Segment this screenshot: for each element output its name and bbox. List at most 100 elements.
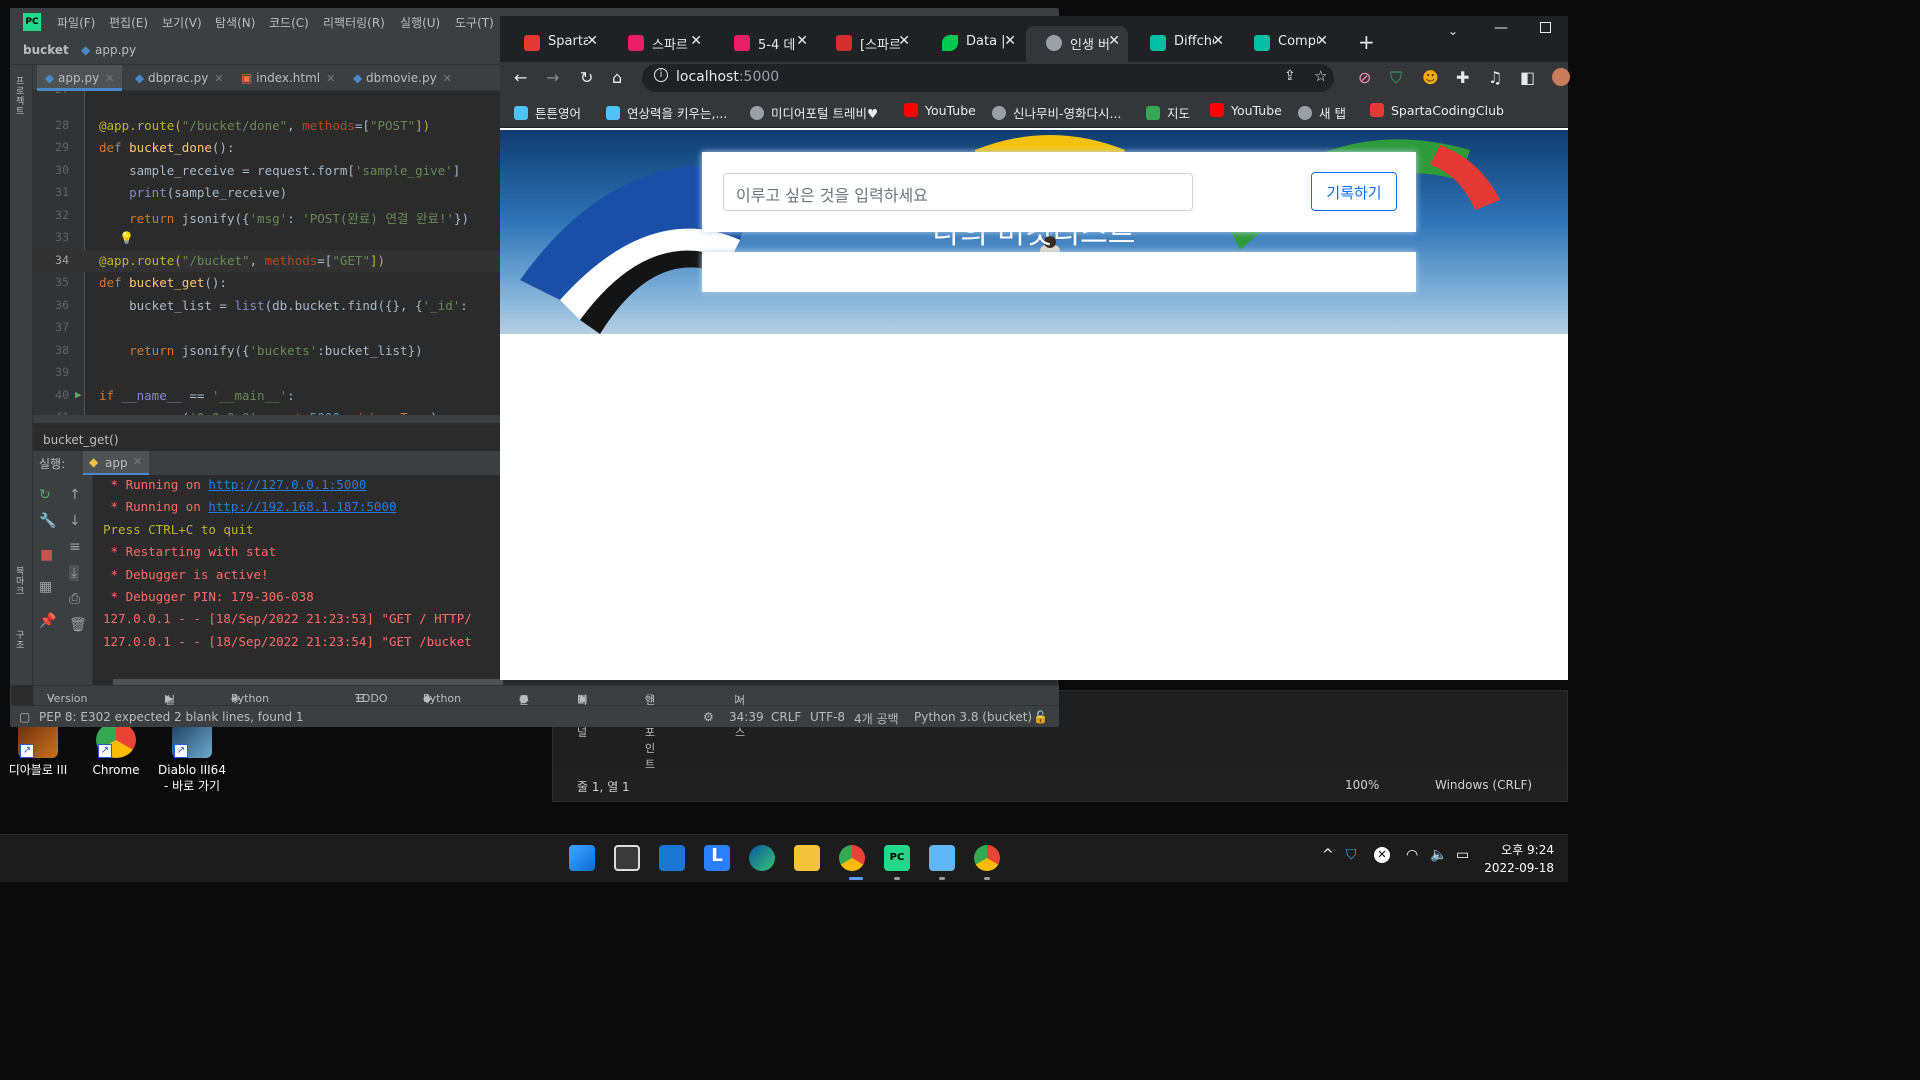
browser-tab[interactable]: Data | ✕ [922,26,1024,62]
extension-shield-icon[interactable]: ⛉ [1390,68,1402,88]
tray-chevron-up-icon[interactable]: ^ [1322,847,1334,863]
maximize-icon[interactable] [1540,22,1551,33]
close-icon[interactable]: ✕ [690,33,702,49]
close-icon[interactable]: ✕ [1212,33,1224,49]
breadcrumb-project[interactable]: bucket [23,43,69,57]
run-gutter-icon[interactable]: ▶ [75,388,82,401]
menu-navigate[interactable]: 탐색(N) [215,14,255,31]
forward-arrow-icon[interactable]: → [546,68,559,87]
status-message[interactable]: PEP 8: E302 expected 2 blank lines, foun… [39,710,304,724]
media-control-icon[interactable]: ♫ [1488,68,1502,87]
start-windows-icon[interactable] [569,845,595,871]
address-bar[interactable]: i localhost:5000 ⇪ ☆ [642,64,1334,92]
desktop-icon-diablo3-64[interactable]: ↗ Diablo III64 - 바로 가기 [156,722,228,794]
menu-run[interactable]: 실행(U) [400,14,440,31]
code-editor[interactable]: 27 28@app.route("/bucket/done", methods=… [33,91,503,421]
pin-icon[interactable]: 📌 [39,613,56,629]
chrome-taskbar-icon[interactable] [839,845,865,871]
rerun-icon[interactable]: ↻ [39,487,51,503]
soft-wrap-icon[interactable]: ≡ [69,539,81,555]
bookmark-item[interactable]: YouTube [904,103,976,118]
wifi-icon[interactable]: ◠ [1406,847,1418,863]
bookmark-item[interactable]: 연상력을 키우는,... [606,103,727,122]
close-icon[interactable]: ✕ [443,72,452,85]
close-icon[interactable]: ✕ [1004,33,1016,49]
status-encoding[interactable]: UTF-8 [810,710,845,724]
close-icon[interactable]: ✕ [898,33,910,49]
home-icon[interactable]: ⌂ [612,68,622,87]
tab-dbmovie-py[interactable]: ◆ dbmovie.py ✕ [345,65,460,91]
desktop-icon-chrome[interactable]: ↗ Chrome [80,722,152,778]
editor-horizontal-scrollbar[interactable] [33,415,503,423]
close-icon[interactable]: ✕ [586,33,598,49]
back-arrow-icon[interactable]: ← [514,68,527,87]
status-caret-position[interactable]: 34:39 [729,710,764,724]
new-tab-plus-icon[interactable]: + [1358,30,1375,54]
statusbar-toggle-icon[interactable]: ▢ [19,710,30,724]
extensions-puzzle-icon[interactable]: ✚ [1456,68,1469,87]
share-icon[interactable]: ⇪ [1284,68,1296,84]
chrome-profile-taskbar-icon[interactable] [974,845,1000,871]
reload-icon[interactable]: ↻ [580,68,593,87]
file-explorer-icon[interactable] [794,845,820,871]
desktop-icon-diablo3[interactable]: ↗ 디아블로 III [2,722,74,778]
console-link-local[interactable]: http://127.0.0.1:5000 [208,477,366,492]
browser-tab[interactable]: 5-4 데 ✕ [714,26,816,62]
bookmark-item[interactable]: 신나무비-영화다시... [992,103,1121,122]
bookmark-item[interactable]: SpartaCodingClub [1370,103,1504,118]
layout-icon[interactable]: ▦ [39,579,52,595]
lightbulb-icon[interactable]: 💡 [119,231,134,245]
bookmark-item[interactable]: YouTube [1210,103,1282,118]
security-shield-icon[interactable]: ⛉ [1346,847,1357,863]
menu-view[interactable]: 보기(V) [162,14,202,31]
bookmark-item[interactable]: 지도 [1146,103,1190,122]
launcher-l-icon[interactable]: L [704,845,730,871]
menu-edit[interactable]: 편집(E) [109,14,148,31]
browser-tab[interactable]: [스파르 ✕ [816,26,918,62]
browser-tab[interactable]: 스파르 ✕ [608,26,710,62]
run-config-tab[interactable]: ◆ app ✕ [83,451,149,475]
structure-toolwindow-button[interactable]: 구조 [16,631,28,651]
close-icon[interactable]: ✕ [105,72,114,85]
bookmark-item[interactable]: 튼튼영어 [514,103,581,122]
edge-icon[interactable] [749,845,775,871]
tab-app-py[interactable]: ◆ app.py ✕ [37,65,123,91]
browser-tab[interactable]: Sparta ✕ [504,26,606,62]
structure-crumb-label[interactable]: bucket_get() [43,433,119,447]
menu-tools[interactable]: 도구(T) [455,14,494,31]
battery-icon[interactable]: ▭ [1456,847,1469,863]
print-icon[interactable]: ⎙ [69,591,80,607]
lock-icon[interactable]: 🔓 [1033,710,1048,724]
tray-close-app-icon[interactable]: ✕ [1374,847,1390,863]
bookmark-star-icon[interactable]: ☆ [1314,67,1327,85]
console-link-lan[interactable]: http://192.168.1.187:5000 [208,499,396,514]
close-icon[interactable]: ✕ [326,72,335,85]
save-button[interactable]: 기록하기 [1311,172,1397,211]
breadcrumb-file[interactable]: app.py [95,43,136,57]
settings-wrench-icon[interactable]: 🔧 [39,513,56,529]
store-icon[interactable] [614,845,640,871]
close-icon[interactable]: ✕ [1316,33,1328,49]
scroll-up-icon[interactable]: ↑ [69,487,81,503]
minimize-icon[interactable]: — [1494,20,1508,36]
status-interpreter[interactable]: Python 3.8 (bucket) [914,710,1032,724]
background-tasks-icon[interactable]: ⚙ [703,710,714,724]
close-icon[interactable]: ✕ [1108,33,1120,49]
info-icon[interactable]: i [654,68,668,82]
profile-avatar[interactable] [1552,68,1570,86]
tab-index-html[interactable]: ▣ index.html ✕ [233,65,343,91]
menu-file[interactable]: 파일(F) [57,14,95,31]
system-clock[interactable]: 오후 9:24 2022-09-18 [1484,841,1554,877]
browser-tab[interactable]: Diffche✕ [1130,26,1232,62]
close-icon[interactable]: ✕ [133,455,142,468]
pycharm-taskbar-icon[interactable]: PC [884,845,910,871]
bucket-input[interactable]: 이루고 싶은 것을 입력하세요 [723,173,1193,211]
notepad-taskbar-icon[interactable] [929,845,955,871]
extension-blocker-icon[interactable]: ⊘ [1358,68,1371,87]
menu-code[interactable]: 코드(C) [269,14,309,31]
browser-tab[interactable]: Compu✕ [1234,26,1336,62]
menu-refactor[interactable]: 리팩터링(R) [323,14,385,31]
bookmarks-toolwindow-button[interactable]: 북마크 [16,567,28,597]
browser-tab-active[interactable]: 인생 버 ✕ [1026,26,1128,62]
close-icon[interactable]: ✕ [214,72,223,85]
